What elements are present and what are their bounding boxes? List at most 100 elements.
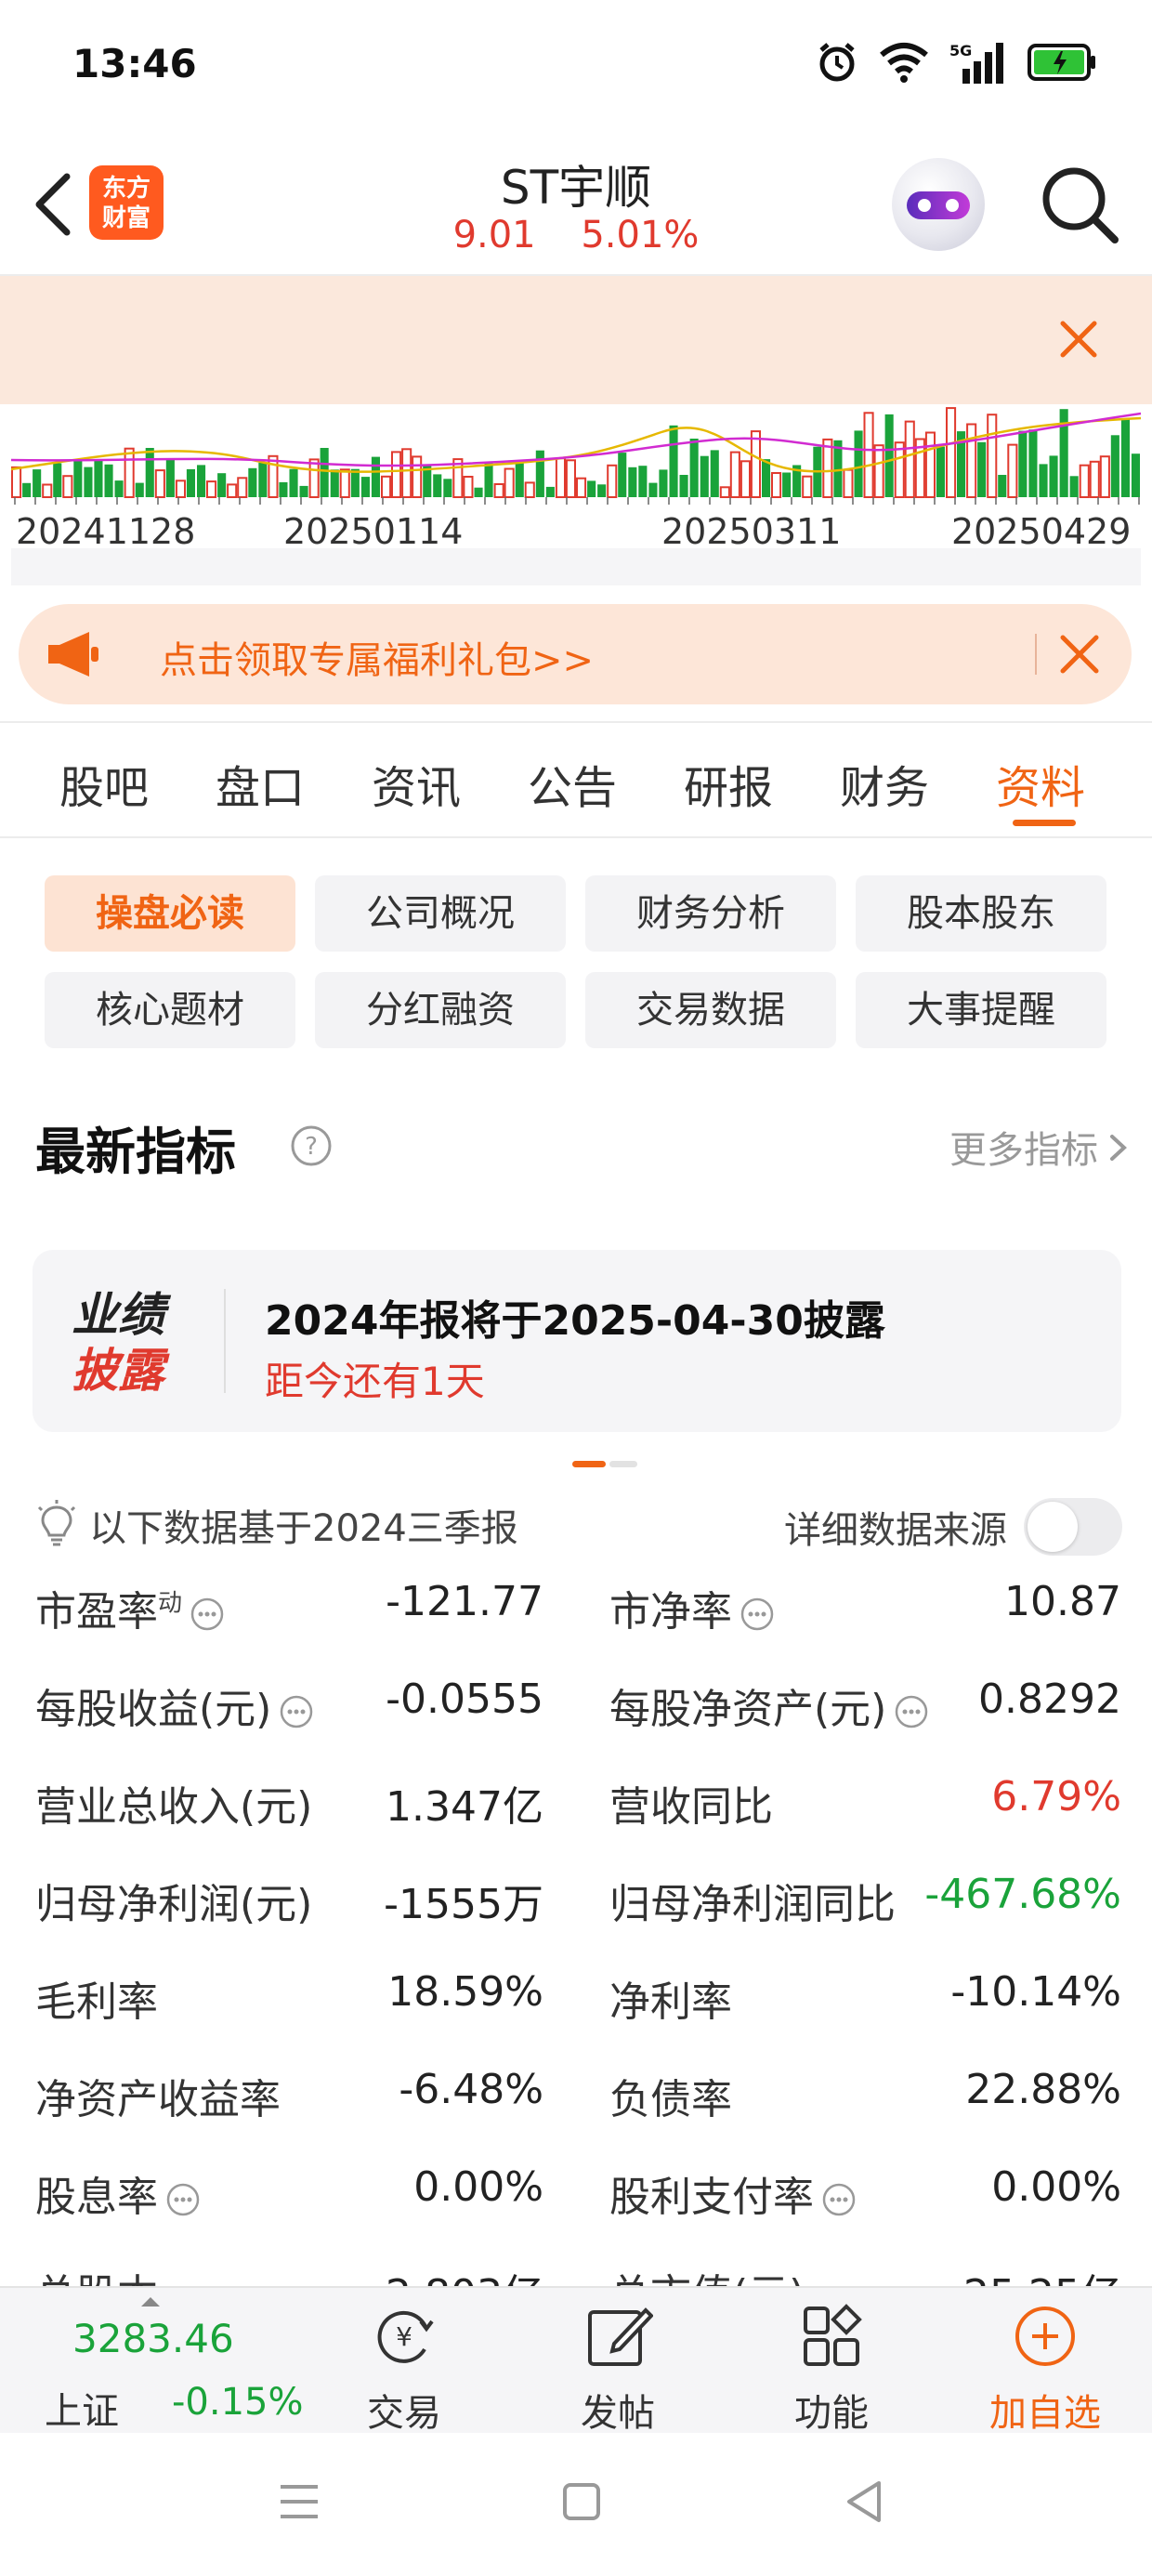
volume-bar — [618, 453, 627, 497]
data-source-toggle[interactable] — [1024, 1498, 1122, 1556]
volume-bar — [782, 472, 792, 497]
metric-label: 营收同比 — [609, 1783, 773, 1831]
menu-icon[interactable] — [277, 2481, 321, 2522]
chip-shareholders[interactable]: 股本股东 — [856, 875, 1106, 952]
tab-pankou[interactable]: 盘口 — [216, 751, 305, 816]
system-nav-bar — [0, 2433, 1152, 2576]
volume-bar — [350, 468, 360, 497]
volume-bar — [936, 446, 945, 497]
metric-value: 0.00% — [991, 2163, 1121, 2211]
metric-row: 每股收益(元) -0.0555 每股净资产(元) 0.8292 — [0, 1659, 1152, 1756]
volume-bar — [762, 459, 771, 497]
active-tab-indicator — [1013, 820, 1076, 826]
earnings-disclosure-card[interactable]: 业绩 披露 2024年报将于2025-04-30披露 距今还有1天 — [33, 1250, 1121, 1432]
more-dots-icon[interactable] — [165, 2182, 201, 2217]
date-label: 20250429 — [951, 511, 1132, 552]
volume-bar — [73, 460, 83, 497]
nav-label: 功能 — [794, 2392, 869, 2435]
volume-bar — [740, 460, 752, 498]
metric-label: 每股净资产(元) — [609, 1676, 929, 1735]
grid-icon — [804, 2304, 862, 2366]
battery-icon — [1028, 44, 1095, 81]
chip-trading-data[interactable]: 交易数据 — [585, 972, 836, 1048]
metric-label: 净资产收益率 — [35, 2076, 281, 2123]
stock-header: 东方 财富 ST宇顺 9.01 5.01% — [0, 139, 1152, 274]
date-label: 20241128 — [16, 511, 196, 552]
section-divider — [0, 721, 1152, 723]
volume-bar — [206, 480, 217, 498]
chip-trading-must-read[interactable]: 操盘必读 — [45, 875, 295, 952]
stock-price: 9.01 — [452, 214, 536, 256]
volume-bar — [628, 467, 637, 497]
nav-trade[interactable]: ¥ 交易 — [334, 2301, 474, 2437]
nav-post[interactable]: 发帖 — [548, 2301, 687, 2437]
volume-bar — [484, 463, 493, 497]
volume-bar — [62, 475, 73, 498]
metric-row: 市盈率动 -121.77 市净率 10.87 — [0, 1561, 1152, 1659]
metric-label: 总股本 — [35, 2261, 158, 2286]
gift-promo-bar[interactable]: 点击领取专属福利礼包>> — [19, 604, 1132, 704]
more-dots-icon[interactable] — [894, 1694, 929, 1729]
data-source-label: 详细数据来源 — [784, 1509, 1007, 1552]
metric-label: 股息率 — [35, 2163, 201, 2223]
volume-bar — [884, 414, 894, 497]
home-icon[interactable] — [561, 2481, 602, 2522]
tab-announcement[interactable]: 公告 — [528, 751, 617, 816]
metric-label: 净利率 — [609, 1978, 732, 2026]
metric-row: 毛利率 18.59% 净利率 -10.14% — [0, 1952, 1152, 2049]
help-icon[interactable]: ? — [290, 1124, 333, 1167]
megaphone-icon — [48, 632, 98, 677]
volume-bar — [545, 486, 555, 497]
metric-label: 市净率 — [609, 1578, 775, 1637]
volume-bar — [443, 479, 452, 497]
volume-bar — [1049, 455, 1058, 497]
more-dots-icon[interactable] — [190, 1597, 225, 1632]
nav-functions[interactable]: 功能 — [762, 2301, 901, 2437]
volume-bar — [802, 475, 813, 498]
chip-dividends-financing[interactable]: 分红融资 — [315, 972, 566, 1048]
close-icon[interactable] — [1057, 318, 1100, 361]
volume-bar — [873, 444, 884, 498]
more-dots-icon[interactable] — [740, 1597, 775, 1632]
close-icon[interactable] — [1057, 632, 1102, 677]
tab-profile[interactable]: 资料 — [996, 751, 1085, 816]
search-icon[interactable] — [1039, 164, 1120, 245]
nav-add-watchlist[interactable]: 加自选 — [975, 2301, 1115, 2437]
moving-average-line — [11, 412, 1141, 467]
volume-bar — [946, 407, 957, 499]
volume-bar — [729, 451, 740, 498]
volume-bar — [175, 480, 186, 499]
robot-assistant-icon[interactable] — [892, 158, 985, 251]
svg-text:5G: 5G — [949, 42, 972, 59]
badge-line1: 业绩 — [72, 1288, 164, 1342]
tab-finance[interactable]: 财务 — [840, 751, 929, 816]
volume-bar — [638, 466, 648, 497]
chip-event-reminders[interactable]: 大事提醒 — [856, 972, 1106, 1048]
tabs-divider — [0, 836, 1152, 838]
chip-core-themes[interactable]: 核心题材 — [45, 972, 295, 1048]
more-indicators-link[interactable]: 更多指标 — [949, 1120, 1098, 1174]
volume-bar — [186, 468, 195, 497]
volume-bar — [1110, 435, 1119, 497]
volume-bar — [94, 459, 103, 497]
metric-value: 0.8292 — [978, 1676, 1121, 1723]
chip-financial-analysis[interactable]: 财务分析 — [585, 875, 836, 952]
tab-research[interactable]: 研报 — [684, 751, 773, 816]
more-dots-icon[interactable] — [821, 2182, 857, 2217]
chip-company-overview[interactable]: 公司概况 — [315, 875, 566, 952]
stock-change-pct: 5.01% — [581, 214, 700, 256]
volume-bar — [289, 468, 298, 497]
back-triangle-icon[interactable] — [844, 2479, 884, 2524]
tab-news[interactable]: 资讯 — [372, 751, 461, 816]
metric-row: 净资产收益率 -6.48% 负债率 22.88% — [0, 2049, 1152, 2147]
more-dots-icon[interactable] — [279, 1694, 314, 1729]
volume-bar — [1039, 464, 1048, 497]
volume-bar — [197, 465, 206, 497]
tab-guba[interactable]: 股吧 — [59, 751, 149, 816]
volume-bar — [648, 482, 658, 497]
volume-bar — [1018, 430, 1028, 497]
volume-bar — [154, 469, 165, 498]
volume-bar — [381, 475, 392, 499]
nav-label: 交易 — [367, 2392, 441, 2435]
volume-bar — [710, 450, 719, 497]
